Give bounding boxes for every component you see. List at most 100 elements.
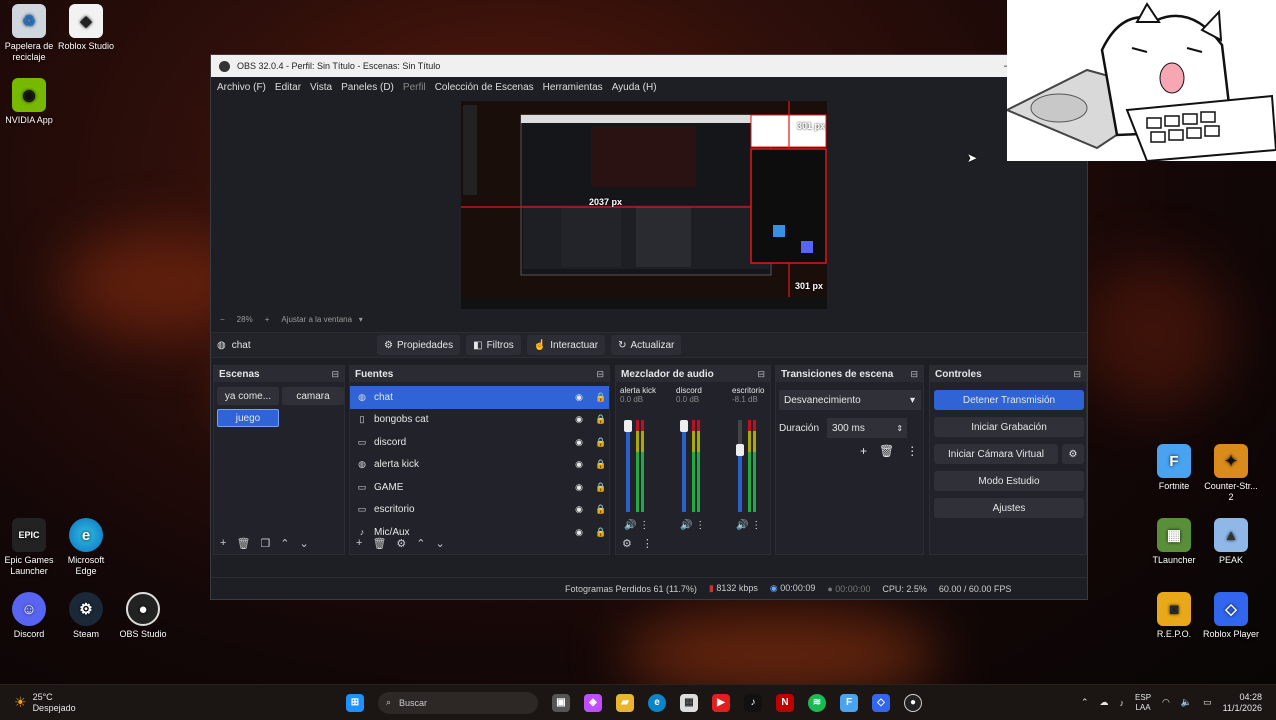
fortnite-icon[interactable]: F (840, 693, 858, 712)
edge-icon[interactable]: e (648, 693, 666, 712)
netflix-icon[interactable]: N (776, 693, 794, 712)
settings-icon[interactable]: ⚙ (396, 537, 406, 550)
speaker-icon[interactable]: 🔊 ⋮ (680, 520, 705, 531)
zoom-fit-dropdown[interactable]: Ajustar a la ventana ▾ (281, 315, 362, 324)
zoom-in-button[interactable]: + (265, 315, 270, 324)
copy-icon[interactable]: ❐ (260, 537, 270, 550)
fader-knob[interactable] (736, 444, 744, 456)
menu-paneles[interactable]: Paneles (D) (341, 82, 394, 93)
stop-streaming-button[interactable]: Detener Transmisión (934, 390, 1084, 410)
add-icon[interactable]: + (356, 537, 362, 549)
volume-icon[interactable]: 🔈 (1181, 697, 1192, 708)
fader-knob[interactable] (624, 420, 632, 432)
visibility-eye-icon[interactable]: ◉ (571, 392, 587, 403)
virtual-camera-settings-button[interactable]: ⚙ (1062, 444, 1084, 464)
properties-button[interactable]: ⚙ Propiedades (377, 335, 461, 355)
scene-ya-come[interactable]: ya come... (217, 387, 279, 405)
lock-icon[interactable]: 🔒 (593, 414, 609, 425)
source-row-discord[interactable]: ▭ discord ◉ 🔒 (350, 431, 609, 454)
source-row-bongobs-cat[interactable]: ▯ bongobs cat ◉ 🔒 (350, 409, 609, 432)
mic-icon[interactable]: ♪ (1120, 698, 1125, 708)
desktop-icon-edge[interactable]: e Microsoft Edge (57, 518, 115, 577)
stepper-icon[interactable]: ⇕ (896, 424, 903, 433)
add-icon[interactable]: + (860, 444, 867, 458)
menu-herramientas[interactable]: Herramientas (543, 82, 603, 93)
menu-editar[interactable]: Editar (275, 82, 301, 93)
start-icon[interactable]: ⊞ (346, 693, 364, 712)
trash-icon[interactable]: 🗑 (879, 444, 894, 458)
trash-icon[interactable]: 🗑 (372, 537, 386, 550)
desktop-icon-counter-strike[interactable]: ✦ Counter-Str... 2 (1202, 444, 1260, 503)
advanced-audio-icon[interactable]: ⚙ (622, 537, 632, 550)
duration-input[interactable]: 300 ms ⇕ (827, 418, 908, 438)
desktop-icon-roblox-studio[interactable]: ◆ Roblox Studio (57, 4, 115, 52)
zoom-out-button[interactable]: − (220, 315, 225, 324)
visibility-eye-icon[interactable]: ◉ (571, 459, 587, 470)
desktop-icon-tlauncher[interactable]: ▦ TLauncher (1145, 518, 1203, 566)
scene-camara[interactable]: camara (282, 387, 344, 405)
trash-icon[interactable]: 🗑 (236, 537, 250, 550)
desktop-icon-epic-games[interactable]: EPIC Epic Games Launcher (0, 518, 58, 577)
file-explorer-icon[interactable]: ▰ (616, 693, 634, 712)
volume-fader[interactable] (738, 420, 742, 512)
spotify-icon[interactable]: ≋ (808, 693, 826, 712)
source-row-chat[interactable]: ◍ chat ◉ 🔒 (350, 386, 609, 409)
desktop-icon-steam[interactable]: ⚙ Steam (57, 592, 115, 640)
move-down-icon[interactable]: ⌄ (300, 537, 309, 550)
source-row-game[interactable]: ▭ GAME ◉ 🔒 (350, 476, 609, 499)
task-view-icon[interactable]: ▣ (552, 693, 570, 712)
battery-icon[interactable]: ▭ (1203, 697, 1212, 708)
lock-icon[interactable]: 🔒 (593, 437, 609, 448)
weather-widget[interactable]: ☀ 25°C Despejado (14, 692, 144, 714)
start-virtual-camera-button[interactable]: Iniciar Cámara Virtual (934, 444, 1058, 464)
move-up-icon[interactable]: ⌃ (280, 537, 289, 550)
visibility-eye-icon[interactable]: ◉ (571, 504, 587, 515)
youtube-icon[interactable]: ▶ (712, 693, 730, 712)
lock-icon[interactable]: 🔒 (593, 504, 609, 515)
menu-perfil[interactable]: Perfil (403, 82, 426, 93)
onedrive-icon[interactable]: ☁ (1100, 697, 1109, 708)
tiktok-icon[interactable]: ♪ (744, 693, 762, 712)
source-row-escritorio[interactable]: ▭ escritorio ◉ 🔒 (350, 499, 609, 522)
preview-canvas[interactable]: 301 px 2037 px 301 px (461, 101, 827, 309)
lock-icon[interactable]: 🔒 (593, 482, 609, 493)
filters-button[interactable]: ◧ Filtros (466, 335, 521, 355)
desktop-icon-obs-studio[interactable]: ● OBS Studio (114, 592, 172, 640)
desktop-icon-nvidia-app[interactable]: ◉ NVIDIA App (0, 78, 58, 126)
desktop-icon-recycle-bin[interactable]: ♻ Papelera de reciclaje (0, 4, 58, 63)
volume-fader[interactable] (626, 420, 630, 512)
fader-knob[interactable] (680, 420, 688, 432)
store-icon[interactable]: ▦ (680, 693, 698, 712)
desktop-icon-discord[interactable]: ☺ Discord (0, 592, 58, 640)
visibility-eye-icon[interactable]: ◉ (571, 482, 587, 493)
wifi-icon[interactable]: ◠ (1162, 697, 1170, 708)
dock-menu-icon[interactable]: ⊟ (596, 369, 604, 380)
roblox-icon[interactable]: ◇ (872, 693, 890, 712)
chevron-up-icon[interactable]: ⌃ (1081, 697, 1089, 708)
lock-icon[interactable]: 🔒 (593, 459, 609, 470)
desktop-icon-fortnite[interactable]: F Fortnite (1145, 444, 1203, 492)
speaker-icon[interactable]: 🔊 ⋮ (736, 520, 761, 531)
transition-select[interactable]: Desvanecimiento ▾ (779, 390, 921, 410)
clock[interactable]: 04:28 11/1/2026 (1223, 692, 1262, 714)
menu-archivo[interactable]: Archivo (F) (217, 82, 266, 93)
menu-dots-icon[interactable]: ⋮ (642, 537, 653, 550)
studio-mode-button[interactable]: Modo Estudio (934, 471, 1084, 491)
title-bar[interactable]: OBS 32.0.4 - Perfil: Sin Título - Escena… (211, 55, 1087, 77)
dock-menu-icon[interactable]: ⊟ (910, 369, 918, 380)
visibility-eye-icon[interactable]: ◉ (571, 437, 587, 448)
dock-menu-icon[interactable]: ⊟ (331, 369, 339, 380)
desktop-icon-repo[interactable]: ◙ R.E.P.O. (1145, 592, 1203, 640)
source-row-alerta-kick[interactable]: ◍ alerta kick ◉ 🔒 (350, 454, 609, 477)
volume-fader[interactable] (682, 420, 686, 512)
menu-dots-icon[interactable]: ⋮ (906, 444, 918, 458)
desktop-icon-roblox-player[interactable]: ◇ Roblox Player (1202, 592, 1260, 640)
menu-coleccion[interactable]: Colección de Escenas (435, 82, 534, 93)
dock-menu-icon[interactable]: ⊟ (757, 369, 765, 380)
scene-juego[interactable]: juego (217, 409, 279, 427)
search-box[interactable]: ⌕ Buscar (378, 691, 538, 714)
lock-icon[interactable]: 🔒 (593, 392, 609, 403)
settings-button[interactable]: Ajustes (934, 498, 1084, 518)
menu-ayuda[interactable]: Ayuda (H) (612, 82, 657, 93)
start-recording-button[interactable]: Iniciar Grabación (934, 417, 1084, 437)
